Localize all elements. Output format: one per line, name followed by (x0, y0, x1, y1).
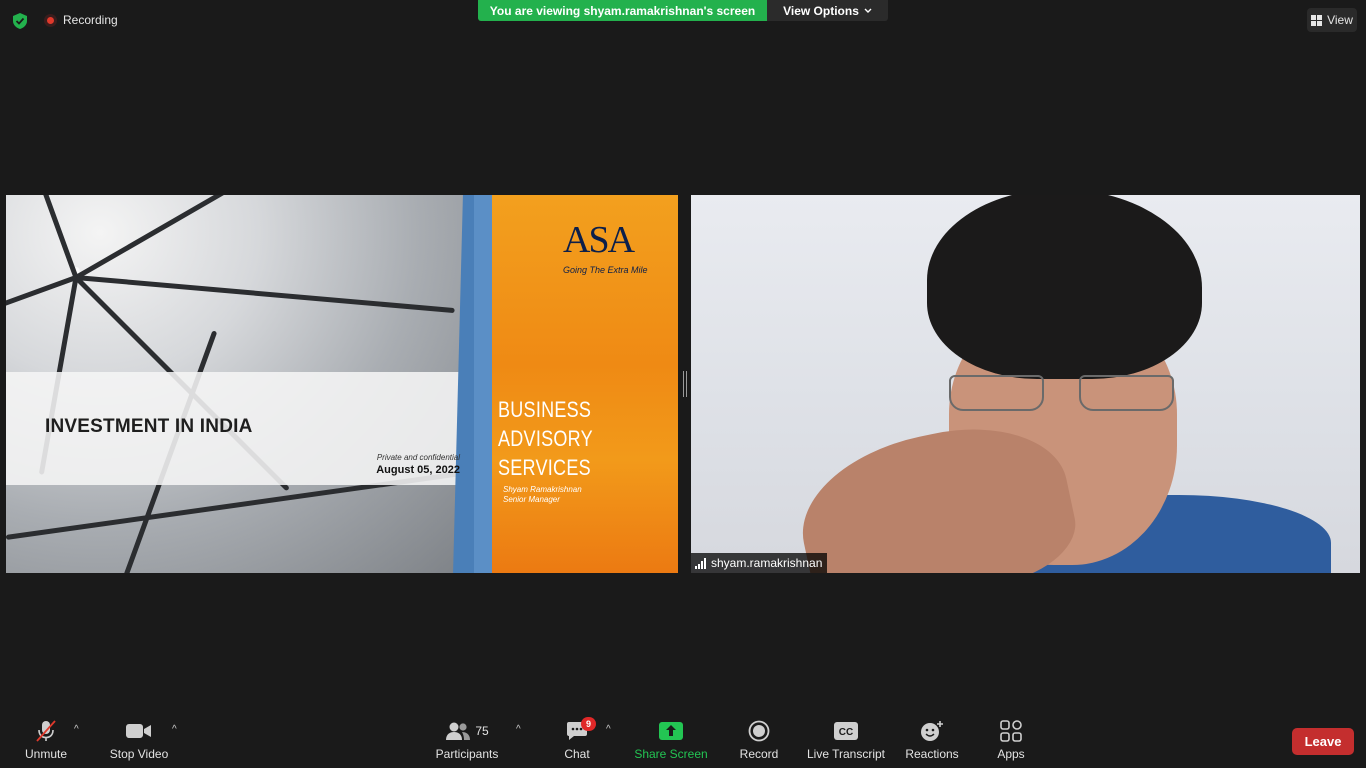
participants-icon: 75 (445, 718, 489, 744)
participant-hair (927, 195, 1202, 379)
view-options-button[interactable]: View Options (767, 0, 888, 21)
muted-microphone-icon (34, 718, 58, 744)
share-screen-icon (659, 718, 683, 744)
participants-options-caret-icon[interactable]: ^ (516, 724, 521, 735)
apps-label: Apps (997, 747, 1025, 761)
asa-logo: ASA (563, 219, 635, 261)
viewing-screen-banner: You are viewing shyam.ramakrishnan's scr… (478, 0, 767, 21)
participant-name-tag: shyam.ramakrishnan (691, 553, 828, 573)
chat-unread-badge: 9 (581, 717, 596, 731)
stop-video-button[interactable]: Stop Video (107, 718, 171, 764)
security-shield-icon[interactable] (13, 13, 27, 29)
slide-date: August 05, 2022 (376, 464, 460, 476)
svg-text:CC: CC (839, 727, 853, 738)
record-button[interactable]: Record (738, 718, 780, 764)
reactions-label: Reactions (905, 747, 959, 761)
asa-tagline: Going The Extra Mile (563, 265, 648, 275)
chat-options-caret-icon[interactable]: ^ (606, 724, 611, 735)
service-title: BUSINESS ADVISORY SERVICES (498, 395, 637, 482)
slide-title: INVESTMENT IN INDIA (45, 416, 253, 437)
chat-label: Chat (564, 747, 590, 761)
presenter-role: Senior Manager (503, 495, 560, 504)
apps-button[interactable]: Apps (993, 718, 1029, 764)
live-transcript-label: Live Transcript (806, 747, 886, 761)
live-transcript-button[interactable]: CC Live Transcript (806, 718, 886, 764)
split-view-divider[interactable] (683, 371, 687, 397)
share-screen-label: Share Screen (634, 747, 708, 761)
recording-indicator[interactable]: Recording (44, 11, 118, 29)
leave-label: Leave (1304, 734, 1342, 749)
viewing-banner-text: You are viewing shyam.ramakrishnan's scr… (489, 3, 756, 18)
closed-caption-icon: CC (834, 718, 858, 744)
recording-icon (44, 13, 57, 27)
chevron-down-icon (864, 8, 872, 13)
view-button[interactable]: View (1307, 8, 1357, 32)
video-options-caret-icon[interactable]: ^ (172, 724, 177, 735)
participants-button[interactable]: 75 Participants (434, 718, 500, 764)
participant-video[interactable] (691, 195, 1360, 573)
participants-count: 75 (475, 724, 489, 738)
service-title-line2: SERVICES (498, 455, 591, 480)
smiley-add-icon (920, 718, 944, 744)
grid-view-icon (1311, 14, 1323, 26)
slide-confidential: Private and confidential (376, 453, 460, 462)
unmute-button[interactable]: Unmute (21, 718, 71, 764)
record-label: Record (739, 747, 779, 761)
service-title-line1: BUSINESS ADVISORY (498, 397, 593, 451)
apps-icon (1000, 718, 1022, 744)
participant-glasses (949, 375, 1179, 415)
participants-label: Participants (435, 747, 499, 761)
recording-label: Recording (63, 13, 118, 27)
record-icon (748, 718, 770, 744)
stop-video-label: Stop Video (109, 747, 169, 761)
reactions-button[interactable]: Reactions (904, 718, 960, 764)
presenter-name: Shyam Ramakrishnan (503, 485, 582, 494)
signal-strength-icon (695, 557, 706, 569)
view-label: View (1327, 13, 1353, 27)
participant-name: shyam.ramakrishnan (711, 556, 823, 570)
video-camera-icon (126, 718, 152, 744)
view-options-label: View Options (783, 3, 859, 18)
presenter-info: Shyam Ramakrishnan Senior Manager (503, 485, 582, 505)
leave-button[interactable]: Leave (1292, 728, 1354, 755)
audio-options-caret-icon[interactable]: ^ (74, 724, 79, 735)
unmute-label: Unmute (24, 747, 68, 761)
share-screen-button[interactable]: Share Screen (634, 718, 708, 764)
